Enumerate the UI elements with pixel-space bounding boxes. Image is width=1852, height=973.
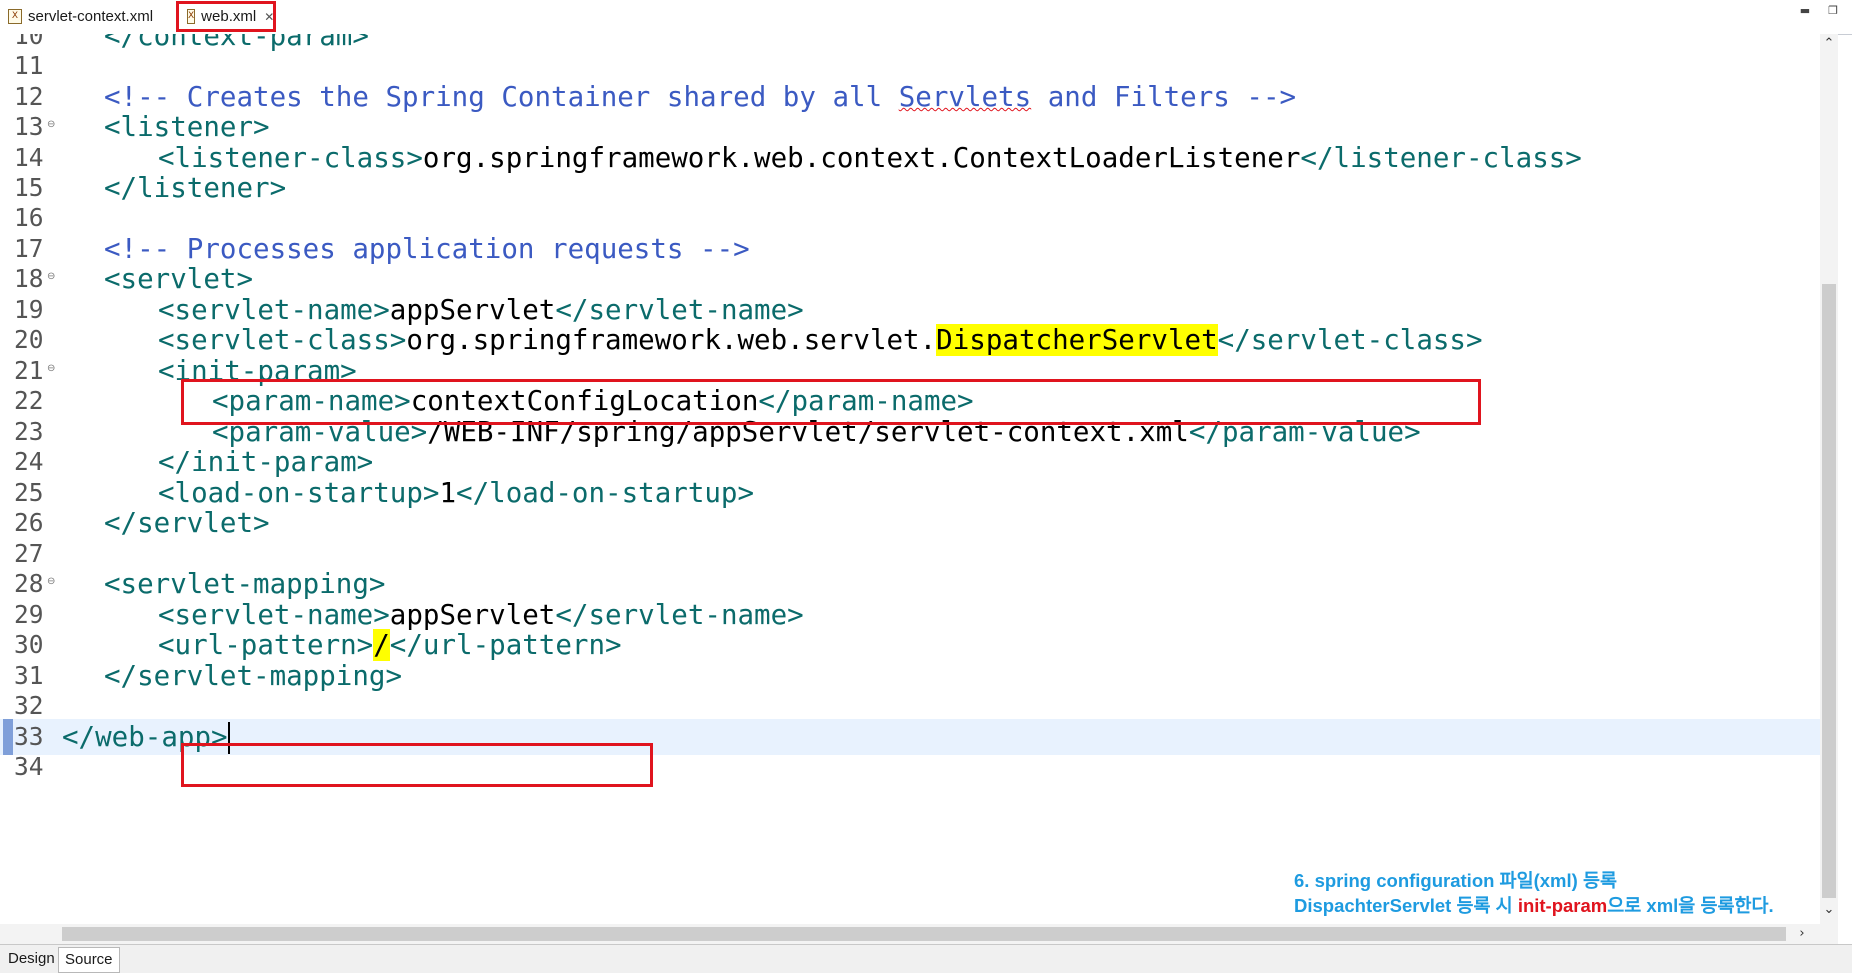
xml-file-icon: X	[187, 9, 196, 24]
editor-tab-bar: X servlet-context.xml X web.xml ✕ ▬ ❐	[0, 0, 1852, 35]
scroll-up-icon[interactable]: ⌃	[1820, 36, 1838, 56]
close-icon[interactable]: ✕	[264, 10, 274, 24]
highlighted-text: /	[373, 629, 390, 661]
xml-file-icon: X	[8, 9, 22, 24]
xml-tag: <servlet-class>	[158, 324, 407, 356]
tab-label: servlet-context.xml	[28, 8, 154, 25]
window-controls: ▬ ❐	[1798, 4, 1840, 18]
tab-source[interactable]: Source	[58, 947, 120, 973]
tab-label: web.xml	[201, 8, 257, 25]
fold-icon[interactable]: ⊖	[47, 576, 55, 587]
xml-text: org.springframework.web.servlet.	[406, 324, 937, 356]
servlet-class-callout-box	[181, 379, 1481, 425]
fold-icon[interactable]: ⊖	[47, 271, 55, 282]
xml-tag: <listener>	[104, 111, 270, 143]
horizontal-scroll-thumb[interactable]	[62, 927, 1786, 941]
url-pattern-callout-box	[181, 743, 653, 787]
vertical-scroll-thumb[interactable]	[1822, 284, 1836, 898]
annotation-line: 6. spring configuration 파일(xml) 등록	[1294, 870, 1617, 891]
fold-icon[interactable]: ⊖	[47, 119, 55, 130]
restore-icon[interactable]: ❐	[1826, 4, 1840, 18]
editor-mode-tabs: Design Source	[0, 944, 1852, 973]
minimize-icon[interactable]: ▬	[1798, 4, 1812, 18]
xml-tag: <servlet>	[104, 263, 254, 295]
tab-design[interactable]: Design	[2, 947, 61, 971]
fold-icon[interactable]: ⊖	[47, 363, 55, 374]
annotation-note: 6. spring configuration 파일(xml) 등록 Dispa…	[1294, 868, 1774, 918]
vertical-scrollbar[interactable]: ⌃ ⌄	[1820, 34, 1838, 924]
scroll-down-icon[interactable]: ⌄	[1820, 902, 1838, 922]
tab-web-xml[interactable]: X web.xml ✕	[176, 1, 276, 32]
xml-tag: <url-pattern>	[158, 629, 374, 661]
xml-tag: </init-param>	[158, 446, 374, 478]
scroll-right-icon[interactable]: ›	[1792, 924, 1812, 944]
annotation-emphasis: init-param	[1517, 895, 1608, 916]
tab-servlet-context-xml[interactable]: X servlet-context.xml	[8, 1, 153, 32]
annotation-line: DispachterServlet 등록 시 init-param으로 xml을…	[1294, 895, 1774, 916]
xml-tag: </servlet-class>	[1217, 324, 1483, 356]
xml-tag: </servlet>	[104, 507, 270, 539]
highlighted-text: DispatcherServlet	[936, 324, 1218, 356]
line-number: 34	[14, 752, 44, 781]
xml-tag: </url-pattern>	[389, 629, 622, 661]
xml-tag: <servlet-mapping>	[104, 568, 386, 600]
source-editor[interactable]: 10 </context-param> 11 12 <!-- Creates t…	[0, 34, 1820, 924]
horizontal-scrollbar[interactable]: ‹ ›	[0, 924, 1838, 944]
